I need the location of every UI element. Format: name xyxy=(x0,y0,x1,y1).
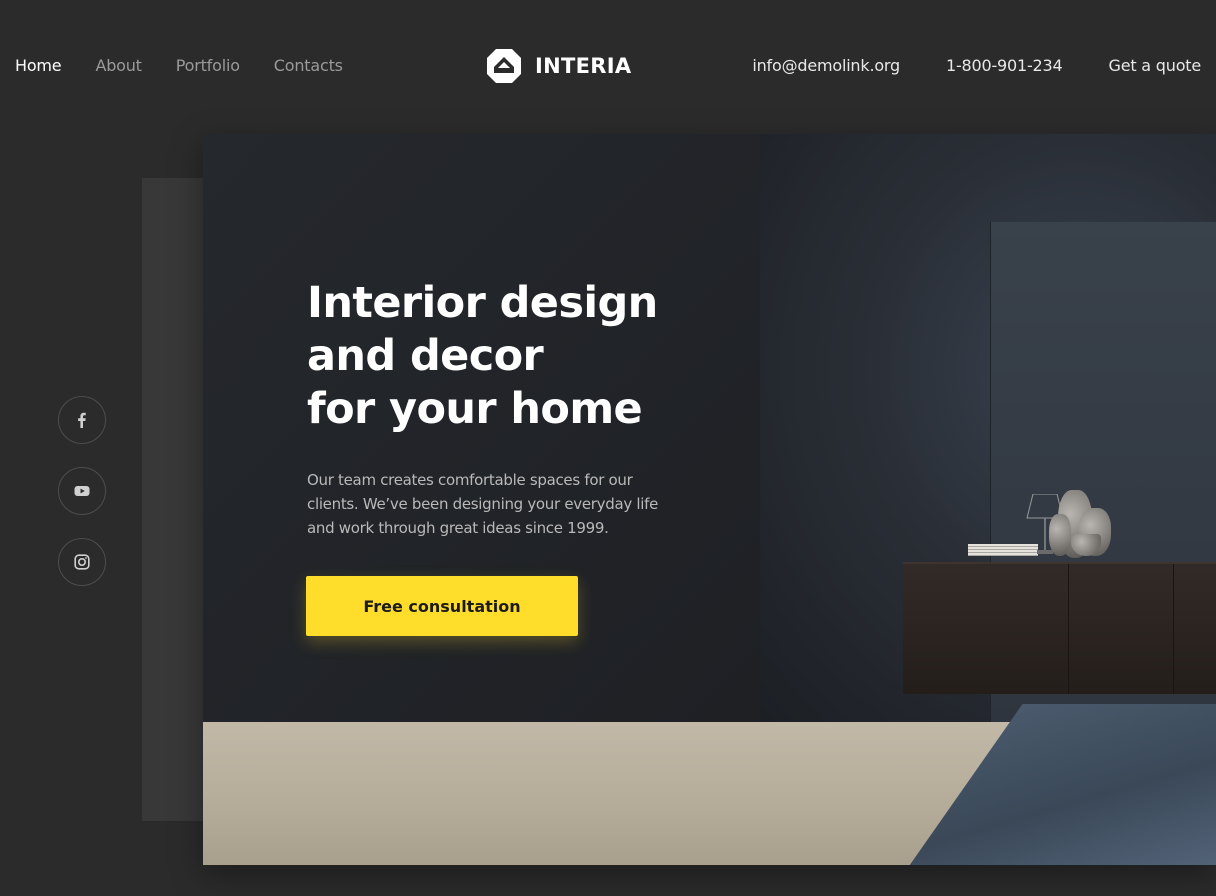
get-quote-link[interactable]: Get a quote xyxy=(1109,56,1202,75)
hero-vase-3 xyxy=(1049,514,1071,556)
instagram-button[interactable] xyxy=(58,538,106,586)
nav-contacts-link[interactable]: Contacts xyxy=(274,56,343,75)
interia-logo-icon xyxy=(487,49,521,83)
hero-description: Our team creates comfortable spaces for … xyxy=(307,471,659,537)
hero-title-line-3: for your home xyxy=(307,384,643,434)
main-nav: Home About Portfolio Contacts xyxy=(15,56,377,75)
youtube-icon xyxy=(74,486,90,496)
nav-home-link[interactable]: Home xyxy=(15,56,62,75)
brand-name: INTERIA xyxy=(535,54,632,78)
facebook-button[interactable] xyxy=(58,396,106,444)
free-consultation-button[interactable]: Free consultation xyxy=(306,576,578,636)
facebook-icon xyxy=(78,412,86,428)
email-link[interactable]: info@demolink.org xyxy=(752,56,900,75)
hero-section: Interior design and decor for your home … xyxy=(203,134,1216,865)
header-contacts: info@demolink.org 1-800-901-234 Get a qu… xyxy=(706,56,1201,75)
instagram-icon xyxy=(74,554,90,570)
hero-title: Interior design and decor for your home xyxy=(307,277,727,436)
hero-title-line-2: and decor xyxy=(307,331,544,381)
side-panel xyxy=(142,178,204,821)
phone-link[interactable]: 1-800-901-234 xyxy=(946,56,1063,75)
nav-portfolio-link[interactable]: Portfolio xyxy=(176,56,240,75)
hero-sideboard xyxy=(903,562,1216,694)
youtube-button[interactable] xyxy=(58,467,106,515)
brand-logo[interactable]: INTERIA xyxy=(486,48,631,84)
hero-title-line-1: Interior design xyxy=(307,278,658,328)
nav-about-link[interactable]: About xyxy=(95,56,142,75)
